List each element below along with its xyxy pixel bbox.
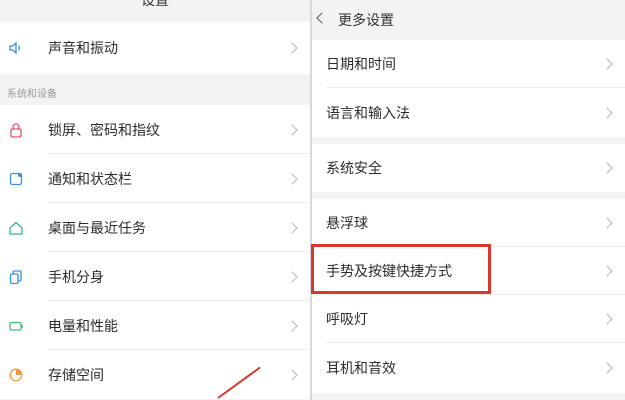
- clone-icon: [9, 269, 22, 284]
- settings-item-label: 桌面与最近任务: [48, 220, 146, 237]
- chevron-right-icon: [286, 270, 298, 283]
- chevron-right-icon: [601, 106, 613, 119]
- chevron-right-icon: [286, 123, 298, 136]
- highlight-box: [311, 244, 491, 294]
- settings-item-battery[interactable]: 电量和性能: [0, 301, 310, 350]
- settings-item-date-time[interactable]: 日期和时间: [312, 40, 625, 88]
- settings-item-lock[interactable]: 锁屏、密码和指纹: [0, 105, 310, 154]
- settings-item-label: 悬浮球: [326, 216, 368, 232]
- settings-item-label: 存储空间: [48, 367, 104, 384]
- storage-icon: [9, 368, 23, 381]
- settings-item-label: 通知和状态栏: [48, 171, 132, 188]
- chevron-right-icon: [601, 265, 613, 277]
- chevron-right-icon: [286, 42, 298, 54]
- chevron-right-icon: [601, 362, 613, 374]
- settings-panel: 设置 声音和振动 系统和设备 锁屏、密码和指纹 通知和状态栏 桌面与最近任务 手…: [0, 0, 310, 400]
- chevron-right-icon: [286, 172, 298, 185]
- chevron-right-icon: [601, 217, 613, 229]
- settings-item-label: 呼吸灯: [326, 312, 368, 328]
- settings-item-label: 手机分身: [48, 269, 104, 286]
- settings-item-floating-ball[interactable]: 悬浮球: [312, 199, 625, 247]
- settings-item-desktop[interactable]: 桌面与最近任务: [0, 203, 310, 252]
- battery-icon: [9, 321, 23, 331]
- header-bar: 更多设置: [312, 0, 625, 38]
- chevron-right-icon: [601, 313, 613, 325]
- settings-item-sound[interactable]: 声音和振动: [0, 22, 310, 74]
- settings-item-breathing-light[interactable]: 呼吸灯: [312, 295, 625, 343]
- back-arrow-icon[interactable]: [316, 12, 328, 24]
- settings-item-notifications[interactable]: 通知和状态栏: [0, 154, 310, 203]
- settings-item-language[interactable]: 语言和输入法: [312, 88, 625, 137]
- chevron-right-icon: [286, 368, 298, 381]
- notification-icon: [9, 172, 23, 185]
- chevron-right-icon: [601, 58, 613, 70]
- settings-item-label: 语言和输入法: [326, 105, 410, 122]
- page-title: 更多设置: [338, 13, 394, 29]
- settings-item-dual-apps[interactable]: 手机分身: [0, 252, 310, 301]
- more-settings-panel: 更多设置 日期和时间 语言和输入法 系统安全 悬浮球 手势及按键快捷方式 呼吸灯…: [312, 0, 625, 400]
- settings-item-label: 耳机和音效: [326, 361, 396, 377]
- settings-item-label: 锁屏、密码和指纹: [48, 122, 160, 139]
- settings-item-label: 日期和时间: [326, 57, 396, 73]
- chevron-right-icon: [601, 162, 613, 174]
- settings-item-security[interactable]: 系统安全: [312, 144, 625, 192]
- speaker-icon: [9, 41, 21, 55]
- page-title: 设置: [141, 0, 169, 9]
- lock-icon: [10, 122, 22, 138]
- settings-item-label: 声音和振动: [48, 41, 118, 57]
- settings-item-earphones-audio[interactable]: 耳机和音效: [312, 343, 625, 393]
- home-icon: [9, 221, 23, 235]
- settings-item-label: 电量和性能: [48, 318, 118, 335]
- chevron-right-icon: [286, 319, 298, 332]
- settings-item-label: 系统安全: [326, 161, 382, 177]
- settings-item-storage[interactable]: 存储空间: [0, 350, 310, 399]
- section-title: 系统和设备: [7, 89, 57, 100]
- chevron-right-icon: [286, 221, 298, 234]
